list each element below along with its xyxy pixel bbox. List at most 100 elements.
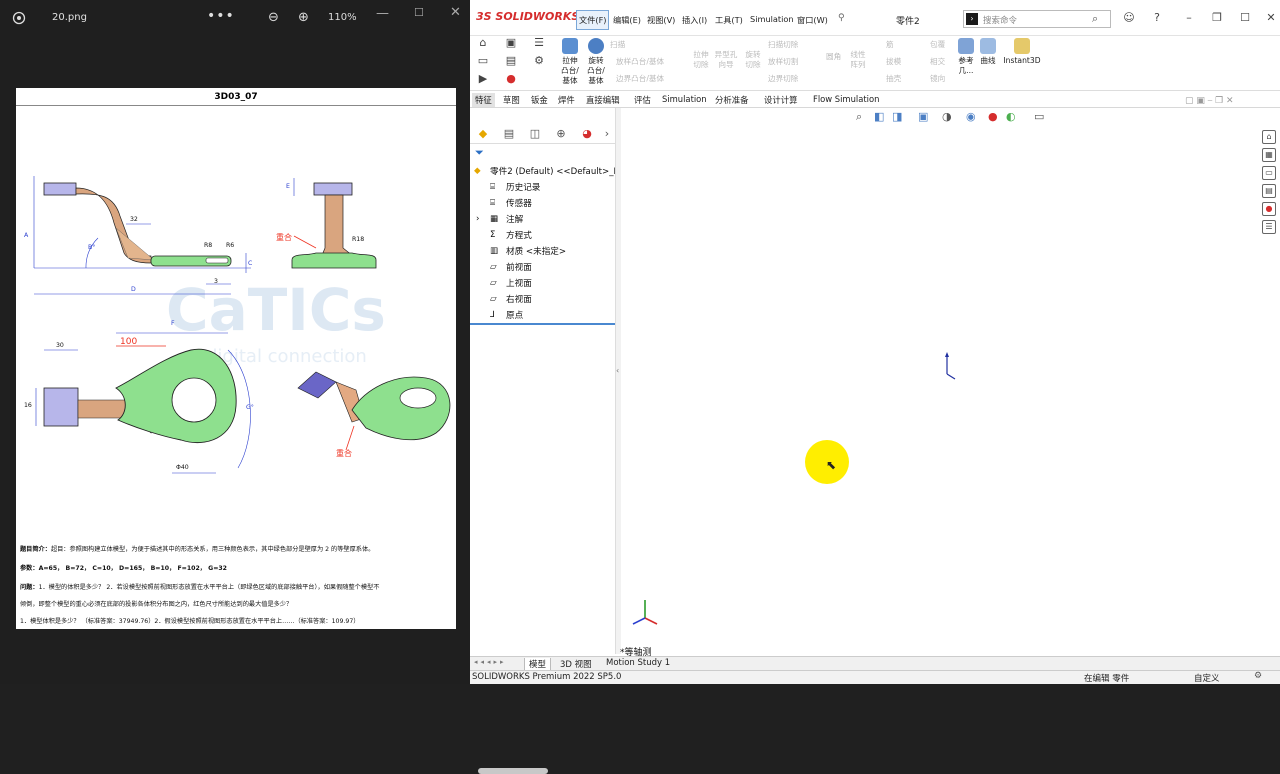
tree-item-history[interactable]: ⌸ 历史记录 (490, 181, 540, 193)
rebuild-icon[interactable]: ▶ (476, 72, 490, 86)
traffic-light-icon[interactable]: ● (504, 72, 518, 86)
tree-item-top-plane[interactable]: ▱ 上视面 (490, 277, 532, 289)
wrap-button[interactable]: 包覆 (930, 40, 945, 50)
close-button[interactable]: ✕ (450, 5, 461, 20)
sweep-button[interactable]: 扫描 (610, 40, 625, 50)
menu-edit[interactable]: 编辑(E) (613, 14, 641, 26)
curves-button[interactable]: 曲线 (978, 38, 998, 66)
more-options-button[interactable]: ••• (207, 8, 235, 24)
filter-icon[interactable]: ⏷ (475, 146, 484, 160)
view-palette-icon[interactable]: ▤ (1262, 184, 1276, 198)
help-icon[interactable]: ? (1150, 11, 1164, 25)
configuration-tab-icon[interactable]: ◫ (526, 126, 544, 142)
hole-wizard-button[interactable]: 异型孔 向导 (714, 50, 738, 70)
revolve-cut-button[interactable]: 旋转 切除 (742, 50, 764, 70)
menu-tools[interactable]: 工具(T) (715, 14, 743, 26)
tree-item-origin[interactable]: ⅃ 原点 (490, 309, 523, 321)
horizontal-scrollbar[interactable] (478, 768, 548, 774)
tab-weldments[interactable]: 焊件 (555, 93, 578, 107)
new-file-icon[interactable]: ▭ (476, 54, 490, 68)
boundary-cut-button[interactable]: 边界切除 (768, 74, 798, 84)
pin-icon[interactable]: ⚲ (838, 13, 845, 23)
view-orientation-icon[interactable]: ▣ (918, 110, 928, 123)
zoom-to-fit-icon[interactable]: ⌕ (856, 110, 862, 124)
view-settings-icon[interactable]: ▭ (1034, 110, 1044, 123)
instant3d-button[interactable]: Instant3D (1002, 38, 1042, 66)
tab-evaluate[interactable]: 评估 (631, 93, 654, 107)
status-icon[interactable]: ⚙ (1254, 671, 1262, 681)
loft-button[interactable]: 放样凸台/基体 (616, 57, 664, 67)
expand-arrow-icon[interactable]: › (476, 214, 486, 225)
menu-insert[interactable]: 插入(I) (682, 14, 707, 26)
tab-motion-study[interactable]: Motion Study 1 (602, 658, 674, 668)
design-library-icon[interactable]: ▦ (1262, 148, 1276, 162)
tree-item-right-plane[interactable]: ▱ 右视面 (490, 293, 532, 305)
tree-item-material[interactable]: ▥ 材质 <未指定> (490, 245, 566, 257)
close-sw-icon[interactable]: ✕ (1264, 11, 1278, 25)
menu-simulation[interactable]: Simulation (750, 14, 794, 24)
sw-resources-icon[interactable]: ⌂ (1262, 130, 1276, 144)
draft-button[interactable]: 拔模 (886, 57, 901, 67)
mirror-button[interactable]: 镜向 (930, 74, 945, 84)
menu-view[interactable]: 视图(V) (647, 14, 675, 26)
display-style-icon[interactable]: ◑ (942, 110, 952, 123)
rollback-bar[interactable] (470, 323, 615, 325)
menu-window[interactable]: 窗口(W) (797, 14, 828, 26)
document-window-controls[interactable]: ▢ ▣ ⎯ ❐ ✕ (1185, 96, 1234, 106)
minimize-sw-icon[interactable]: – (1182, 11, 1196, 25)
maximize-sw-icon[interactable]: ☐ (1238, 11, 1252, 25)
tab-simulation[interactable]: Simulation (659, 93, 710, 105)
sweep-cut-button[interactable]: 扫描切除 (768, 40, 798, 50)
fillet-button[interactable]: 圆角 (826, 52, 841, 62)
linear-pattern-button[interactable]: 线性 阵列 (848, 50, 868, 70)
settings-icon[interactable]: ⚙ (532, 54, 546, 68)
custom-properties-icon[interactable]: ☰ (1262, 220, 1276, 234)
extrude-boss-button[interactable]: 拉伸 凸台/ 基体 (558, 38, 582, 86)
extrude-cut-button[interactable]: 拉伸 切除 (690, 50, 712, 70)
revolve-boss-button[interactable]: 旋转 凸台/ 基体 (584, 38, 608, 86)
tree-item-sensors[interactable]: ⌸ 传感器 (490, 197, 532, 209)
home-icon[interactable]: ⌂ (476, 36, 490, 50)
shell-button[interactable]: 抽壳 (886, 74, 901, 84)
zoom-level[interactable]: 110% (328, 12, 357, 23)
rib-button[interactable]: 筋 (886, 40, 894, 50)
tab-3d-view[interactable]: 3D 视图 (556, 658, 596, 670)
options-icon[interactable]: ☰ (532, 36, 546, 50)
tab-sketch[interactable]: 草图 (500, 93, 523, 107)
previous-view-icon[interactable]: ◧ (874, 110, 884, 123)
search-commands[interactable]: › 搜索命令 ⌕ (963, 10, 1111, 28)
zoom-out-icon[interactable]: ⊖ (268, 10, 279, 25)
tab-direct-edit[interactable]: 直接编辑 (583, 93, 623, 107)
splitter-grip-icon[interactable]: ‹ (616, 366, 619, 375)
restore-sw-icon[interactable]: ❐ (1210, 11, 1224, 25)
tab-design-calc[interactable]: 设计计算 (761, 93, 801, 107)
maximize-button[interactable]: ☐ (414, 6, 424, 19)
reference-geometry-button[interactable]: 参考 几... (956, 38, 976, 76)
tab-analysis-prep[interactable]: 分析准备 (712, 93, 752, 107)
dimxpert-tab-icon[interactable]: ⊕ (552, 126, 570, 142)
status-units[interactable]: 自定义 (1194, 672, 1220, 684)
hide-show-icon[interactable]: ◉ (966, 110, 976, 123)
expand-tabs-icon[interactable]: › (598, 126, 616, 142)
intersect-button[interactable]: 相交 (930, 57, 945, 67)
loft-cut-button[interactable]: 放样切割 (768, 57, 798, 67)
tab-features[interactable]: 特征 (472, 93, 495, 107)
appearance-icon[interactable]: ● (988, 110, 998, 123)
display-manager-tab-icon[interactable]: ◕ (578, 126, 596, 142)
tab-flow-simulation[interactable]: Flow Simulation (810, 93, 882, 105)
print-icon[interactable]: ▤ (504, 54, 518, 68)
search-icon[interactable]: ⌕ (1092, 12, 1098, 26)
minimize-button[interactable]: — (376, 6, 389, 21)
property-manager-tab-icon[interactable]: ▤ (500, 126, 518, 142)
zoom-in-icon[interactable]: ⊕ (298, 10, 309, 25)
feature-tree-tab-icon[interactable]: ◆ (474, 126, 492, 142)
section-view-icon[interactable]: ◨ (892, 110, 902, 123)
boundary-button[interactable]: 边界凸台/基体 (616, 74, 664, 84)
tab-sheet-metal[interactable]: 钣金 (528, 93, 551, 107)
user-icon[interactable]: ☺ (1122, 11, 1136, 25)
tree-item-equations[interactable]: Σ 方程式 (490, 229, 532, 241)
tree-item-annotations[interactable]: › ▦ 注解 (476, 213, 523, 225)
tree-root-part[interactable]: ◆ 零件2 (Default) <<Default>_F (474, 165, 618, 177)
panel-splitter[interactable]: ‹ (615, 108, 621, 654)
file-explorer-icon[interactable]: ▭ (1262, 166, 1276, 180)
